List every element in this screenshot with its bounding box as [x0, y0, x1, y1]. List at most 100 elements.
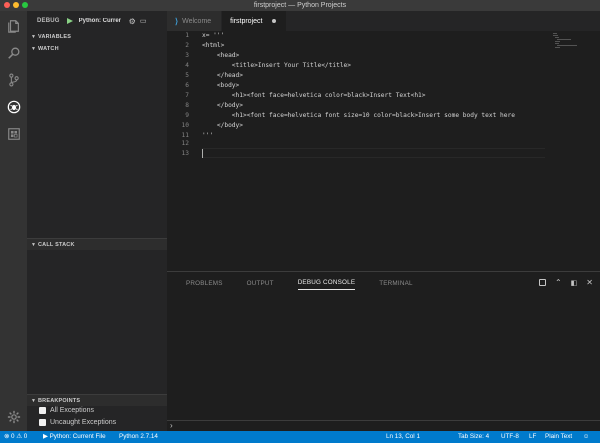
run-config-label: Python: Current File — [49, 433, 106, 440]
error-icon: ⊗ — [4, 433, 10, 440]
start-debugging-icon[interactable] — [66, 18, 73, 24]
breakpoints-section-header[interactable]: ▼ BREAKPOINTS — [27, 395, 167, 406]
code-text: <body> — [202, 82, 240, 89]
code-text: <title>Insert Your Title</title> — [202, 62, 352, 69]
tab-problems[interactable]: PROBLEMS — [186, 277, 223, 290]
debug-icon[interactable] — [6, 99, 21, 114]
breakpoint-item-uncaught-exceptions[interactable]: Uncaught Exceptions — [39, 419, 116, 426]
window-controls — [4, 2, 28, 8]
language-status[interactable]: Plain Text — [545, 431, 572, 443]
chevron-down-icon: ▼ — [31, 241, 37, 248]
eol-status[interactable]: LF — [529, 431, 536, 443]
code-text: </head> — [202, 72, 243, 79]
tab-terminal[interactable]: TERMINAL — [379, 277, 412, 290]
line-number: 8 — [185, 102, 189, 109]
minimap[interactable] — [547, 31, 600, 271]
code-text: </body> — [202, 102, 243, 109]
variables-label: VARIABLES — [38, 33, 72, 40]
code-line: 9 <h1><font face=helvetica font size=10 … — [167, 111, 547, 121]
variables-section-header[interactable]: ▼ VARIABLES — [27, 31, 167, 42]
encoding-status[interactable]: UTF-8 — [501, 431, 519, 443]
code-text: <head> — [202, 52, 240, 59]
tab-size-status[interactable]: Tab Size: 4 — [458, 431, 489, 443]
tab-debug-console[interactable]: DEBUG CONSOLE — [297, 276, 356, 290]
debug-console-input[interactable]: › — [167, 420, 600, 431]
line-number: 6 — [185, 82, 189, 89]
line-number: 4 — [185, 62, 189, 69]
watch-section-header[interactable]: ▼ WATCH — [27, 43, 167, 54]
line-number: 3 — [185, 52, 189, 59]
code-line: 5 </head> — [167, 71, 547, 81]
panel-tabs: PROBLEMS OUTPUT DEBUG CONSOLE TERMINAL — [167, 272, 413, 294]
chevron-down-icon: ▼ — [31, 33, 37, 40]
breakpoints-label: BREAKPOINTS — [38, 397, 81, 404]
uncaught-exceptions-checkbox[interactable] — [39, 419, 46, 426]
call-stack-section-header[interactable]: ▼ CALL STACK — [27, 239, 167, 250]
status-bar: ⊗ 0 ⚠ 0 ▶ Python: Current File Python 2.… — [0, 431, 600, 443]
watch-label: WATCH — [38, 45, 59, 52]
code-editor[interactable]: 1 x= ''' 2 <html> 3 <head> 4 <title>Insert… — [167, 31, 600, 271]
code-line: 4 <title>Insert Your Title</title> — [167, 61, 547, 71]
chevron-down-icon: ▼ — [31, 45, 37, 52]
search-icon[interactable] — [6, 45, 21, 60]
all-exceptions-checkbox[interactable] — [39, 407, 46, 414]
code-line: 3 <head> — [167, 51, 547, 61]
extensions-icon[interactable] — [6, 126, 21, 141]
window-title: firstproject — Python Projects — [253, 2, 347, 9]
clear-console-icon[interactable] — [538, 279, 546, 286]
toggle-panel-position-icon[interactable]: ◧ — [571, 279, 578, 287]
code-text: <h1><font face=helvetica font size=10 co… — [202, 112, 515, 119]
line-number: 13 — [181, 150, 189, 157]
debug-console-toggle-icon[interactable]: ▭ — [140, 17, 147, 25]
play-icon: ▶ — [43, 433, 48, 440]
line-number: 9 — [185, 112, 189, 119]
debug-config-select[interactable]: Python: Currer — [79, 18, 125, 24]
code-text: <html> — [202, 42, 225, 49]
breakpoint-label: All Exceptions — [50, 407, 94, 414]
run-config-status[interactable]: ▶ Python: Current File — [43, 431, 106, 443]
code-text: </body> — [202, 122, 243, 129]
gear-icon[interactable] — [6, 409, 21, 424]
breakpoint-label: Uncaught Exceptions — [50, 419, 117, 426]
close-panel-icon[interactable]: ✕ — [586, 278, 593, 287]
maximize-panel-icon[interactable]: ⌃ — [555, 278, 562, 287]
files-icon[interactable] — [6, 18, 21, 33]
code-line: 7 <h1><font face=helvetica color=black>I… — [167, 91, 547, 101]
code-line: 8 </body> — [167, 101, 547, 111]
vscode-file-icon: ⟩ — [175, 16, 179, 26]
debug-title: DEBUG — [37, 18, 60, 24]
zoom-window-button[interactable] — [22, 2, 28, 8]
cursor-position-status[interactable]: Ln 13, Col 1 — [386, 431, 420, 443]
line-number: 2 — [185, 42, 189, 49]
bottom-panel: PROBLEMS OUTPUT DEBUG CONSOLE TERMINAL ⌃… — [167, 271, 600, 431]
warning-icon: ⚠ — [16, 433, 22, 440]
close-window-button[interactable] — [4, 2, 10, 8]
code-line: 2 <html> — [167, 41, 547, 51]
tab-firstproject[interactable]: firstproject — [222, 11, 288, 31]
code-line: 10 </body> — [167, 121, 547, 131]
activity-bar — [0, 11, 27, 431]
debug-settings-gear-icon[interactable]: ⚙ — [129, 17, 136, 26]
line-number: 1 — [185, 32, 189, 39]
tab-output[interactable]: OUTPUT — [247, 277, 274, 290]
minimize-window-button[interactable] — [13, 2, 19, 8]
tab-welcome[interactable]: ⟩ Welcome — [167, 11, 223, 31]
code-line: 6 <body> — [167, 81, 547, 91]
call-stack-label: CALL STACK — [38, 241, 75, 248]
panel-actions: ⌃ ◧ ✕ — [538, 278, 593, 287]
breakpoint-item-all-exceptions[interactable]: All Exceptions — [39, 407, 94, 414]
errors-warnings-indicator[interactable]: ⊗ 0 ⚠ 0 — [4, 431, 27, 443]
error-count: 0 — [11, 433, 15, 440]
debug-sidebar: DEBUG Python: Currer ⚙ ▭ ▼ VARIABLES ▼ W… — [27, 11, 167, 431]
interpreter-status[interactable]: Python 2.7.14 — [119, 431, 158, 443]
tab-label: firstproject — [230, 17, 263, 25]
editor-tabs: ⟩ Welcome firstproject — [167, 11, 600, 31]
code-text: x= ''' — [202, 32, 225, 39]
feedback-smiley-icon[interactable]: ☺ — [583, 431, 589, 443]
line-number: 12 — [181, 140, 189, 147]
debug-toolbar: DEBUG Python: Currer ⚙ ▭ — [27, 11, 167, 31]
unsaved-dot-icon[interactable] — [272, 19, 277, 23]
source-control-icon[interactable] — [6, 72, 21, 87]
line-number: 7 — [185, 92, 189, 99]
code-line: 13 — [167, 149, 547, 159]
